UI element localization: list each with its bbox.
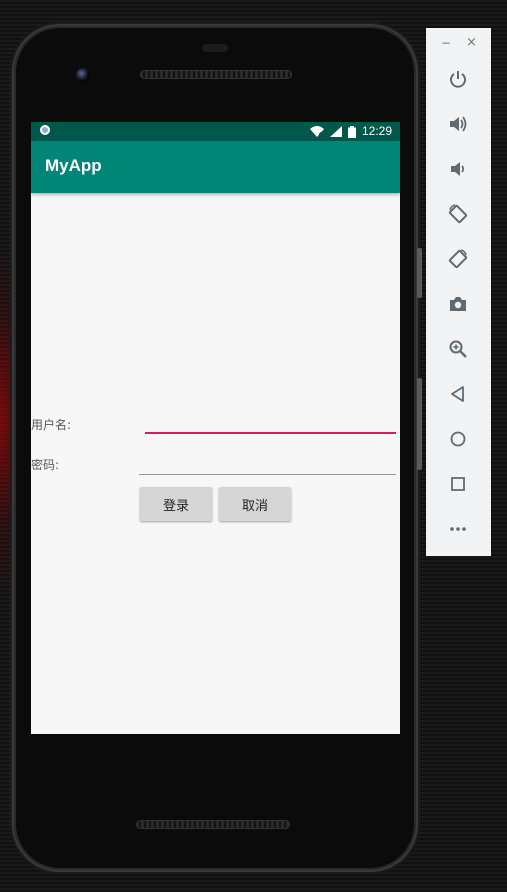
volume-up-icon[interactable] (446, 112, 470, 136)
front-camera-icon (76, 68, 90, 82)
rotate-left-icon[interactable] (446, 202, 470, 226)
status-bar: 12:29 (31, 122, 400, 141)
bottom-speaker (136, 820, 290, 829)
login-button[interactable]: 登录 (140, 487, 212, 521)
zoom-icon[interactable] (446, 337, 470, 361)
emulator-toolbar: − × (426, 28, 491, 556)
close-button[interactable]: × (466, 35, 477, 50)
back-icon[interactable] (446, 382, 470, 406)
device-screen: 12:29 MyApp 用户名: 密码: 登录 取消 (31, 122, 400, 734)
camera-icon[interactable] (446, 292, 470, 316)
notification-icon (40, 125, 50, 135)
more-icon[interactable] (446, 517, 470, 541)
home-icon[interactable] (446, 427, 470, 451)
wifi-icon (309, 126, 324, 137)
username-label: 用户名: (31, 418, 72, 432)
power-icon[interactable] (446, 67, 470, 91)
signal-icon (329, 126, 342, 137)
username-field[interactable] (145, 414, 396, 434)
battery-icon (347, 125, 356, 138)
rotate-right-icon[interactable] (446, 247, 470, 271)
password-field[interactable] (139, 456, 396, 475)
toolbar-window-controls: − × (426, 35, 491, 52)
password-label: 密码: (31, 458, 60, 472)
app-bar: MyApp (31, 141, 400, 193)
sensor (202, 44, 228, 52)
status-time: 12:29 (361, 124, 392, 138)
app-title: MyApp (45, 156, 102, 175)
cancel-button[interactable]: 取消 (219, 487, 291, 521)
overview-icon[interactable] (446, 472, 470, 496)
power-side-button[interactable] (417, 248, 422, 298)
minimize-button[interactable]: − (441, 36, 451, 50)
volume-down-icon[interactable] (446, 157, 470, 181)
earpiece-speaker (140, 70, 292, 79)
volume-side-button[interactable] (417, 378, 422, 470)
